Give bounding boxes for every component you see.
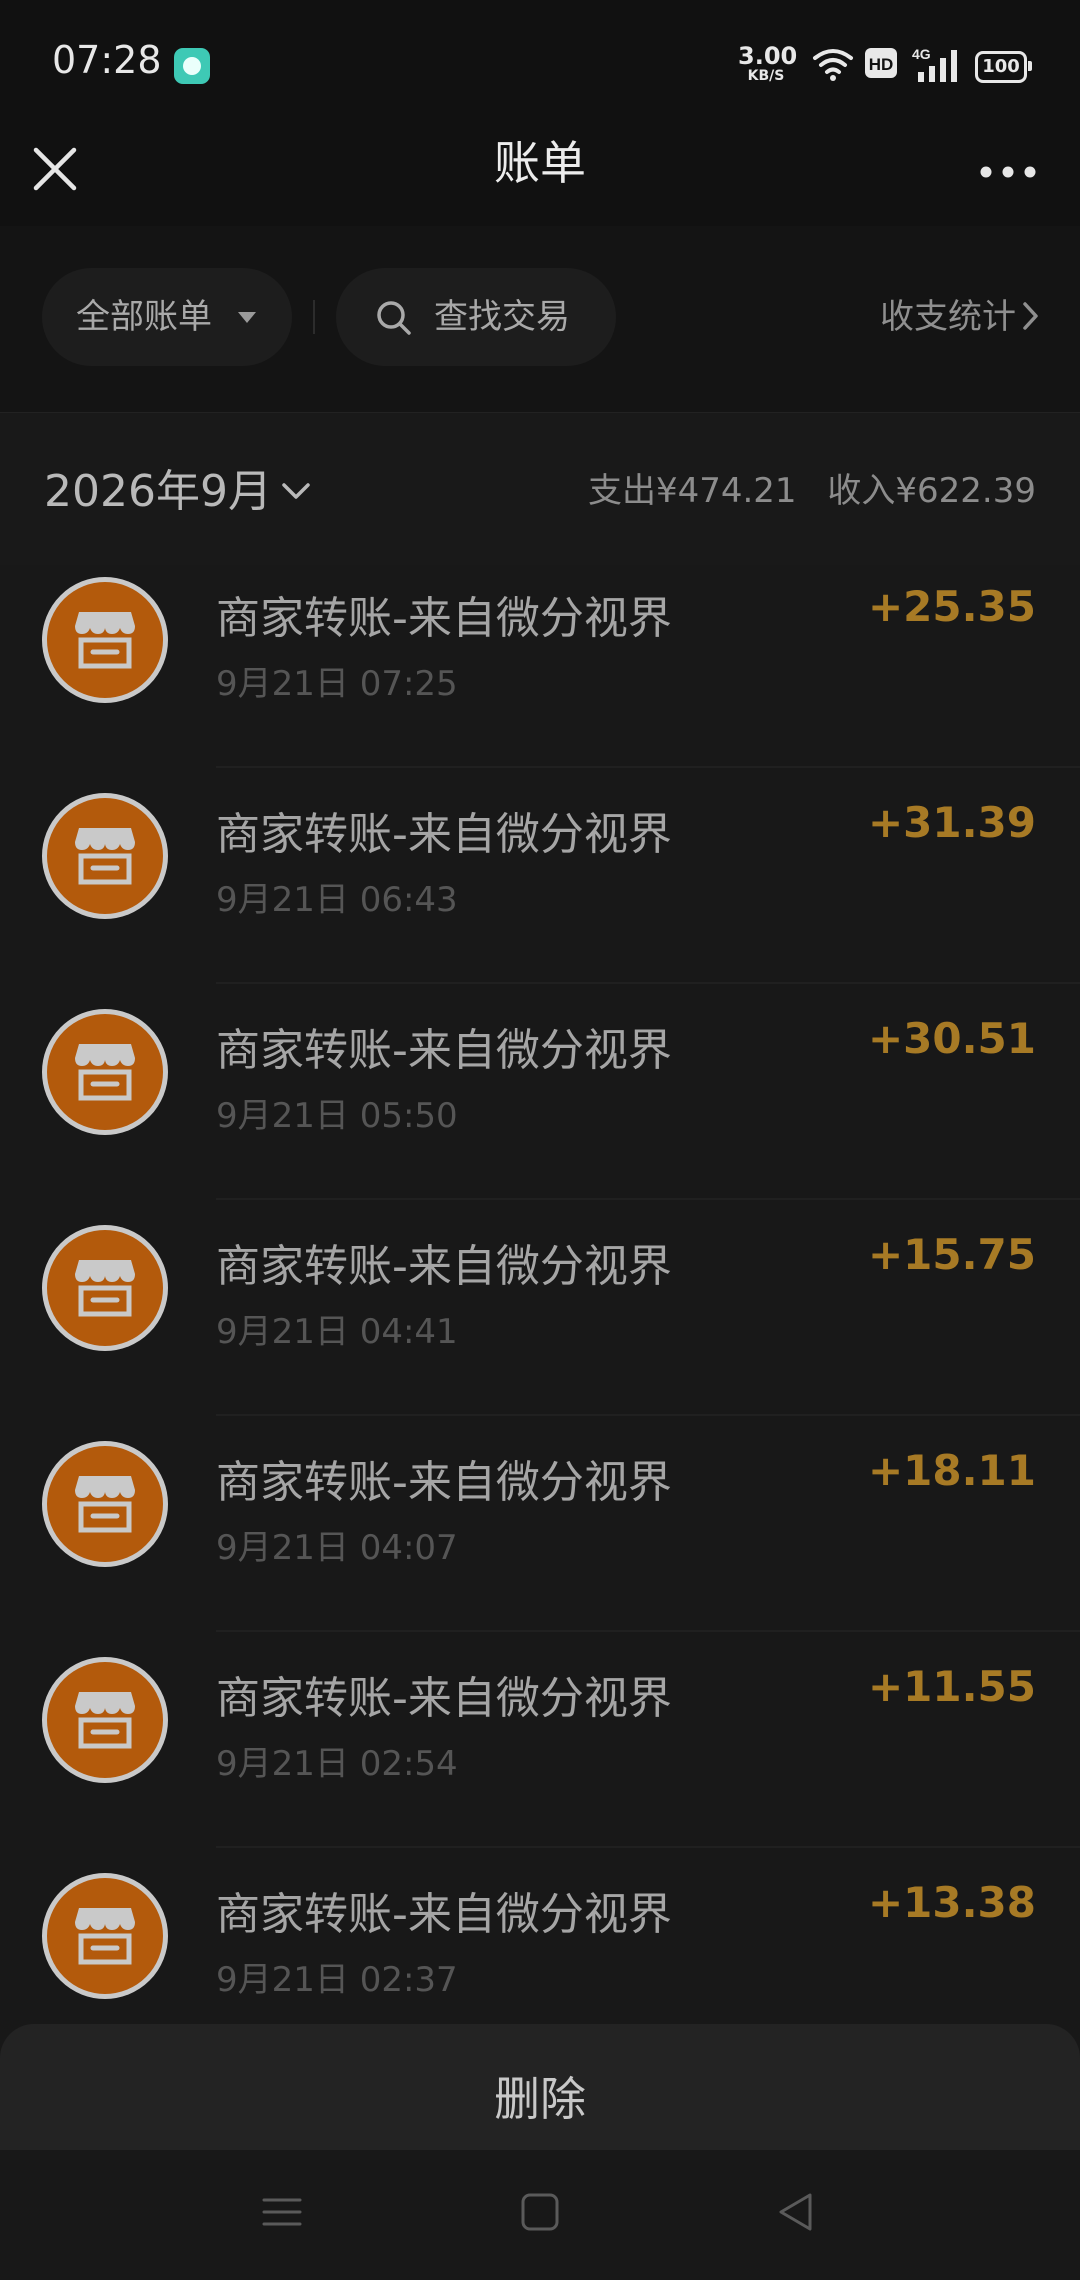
shop-icon xyxy=(75,1908,135,1965)
transaction-title: 商家转账-来自微分视界 xyxy=(216,1241,672,1292)
month-income: 收入¥622.39 xyxy=(827,471,1036,511)
close-icon xyxy=(33,147,77,191)
transaction-title: 商家转账-来自微分视界 xyxy=(216,809,672,860)
transaction-row[interactable]: 商家转账-来自微分视界 9月21日 05:50 +30.51 xyxy=(0,984,1080,1200)
navigation-bar xyxy=(0,2150,1080,2280)
status-bar: 07:28 3.00 KB/S HD 4G 100 xyxy=(0,0,1080,130)
menu-nav-icon[interactable] xyxy=(262,2192,302,2232)
transaction-time: 9月21日 05:50 xyxy=(216,1096,458,1136)
transaction-row[interactable]: 商家转账-来自微分视界 9月21日 02:54 +11.55 xyxy=(0,1632,1080,1848)
network-speed-value: 3.00 xyxy=(738,42,798,70)
month-label: 2026年9月 xyxy=(44,466,272,517)
month-selector[interactable]: 2026年9月 xyxy=(44,455,312,519)
filter-bar: 全部账单 查找交易 收支统计 xyxy=(0,226,1080,412)
home-nav-icon[interactable] xyxy=(520,2192,560,2232)
search-icon xyxy=(377,301,411,335)
close-button[interactable] xyxy=(26,140,84,198)
transaction-amount: +25.35 xyxy=(867,582,1036,631)
merchant-avatar xyxy=(42,1225,168,1351)
transaction-amount: +11.55 xyxy=(867,1662,1036,1711)
transaction-time: 9月21日 06:43 xyxy=(216,880,458,920)
shop-icon xyxy=(75,1260,135,1317)
merchant-avatar xyxy=(42,1009,168,1135)
transaction-list-inner: 商家转账-来自微分视界 9月21日 07:25 +25.35 商家转账-来自微分视界 9… xyxy=(0,564,1080,2024)
hd-label: HD xyxy=(869,55,894,74)
transaction-title: 商家转账-来自微分视界 xyxy=(216,1025,672,1076)
income-expense-stats-link[interactable]: 收支统计 xyxy=(880,268,1040,366)
month-expense: 支出¥474.21 xyxy=(587,471,797,511)
transaction-amount: +15.75 xyxy=(867,1230,1036,1279)
back-nav-icon[interactable] xyxy=(776,2192,816,2232)
battery-indicator: 100 xyxy=(975,51,1032,83)
transaction-list[interactable]: 商家转账-来自微分视界 9月21日 07:25 +25.35 商家转账-来自微分视界 9… xyxy=(0,564,1080,2024)
hd-icon: HD xyxy=(865,48,897,78)
network-speed: 3.00 KB/S xyxy=(738,42,798,84)
transaction-time: 9月21日 04:41 xyxy=(216,1312,458,1352)
transaction-title: 商家转账-来自微分视界 xyxy=(216,1673,672,1724)
shop-icon xyxy=(75,1692,135,1749)
shop-icon xyxy=(75,828,135,885)
page-title: 账单 xyxy=(494,136,586,190)
transaction-title: 商家转账-来自微分视界 xyxy=(216,1457,672,1508)
delete-button[interactable]: 删除 xyxy=(0,2024,1080,2150)
shop-icon xyxy=(75,612,135,669)
status-time: 07:28 xyxy=(52,38,162,82)
transaction-time: 9月21日 02:54 xyxy=(216,1744,458,1784)
search-placeholder: 查找交易 xyxy=(434,297,570,337)
transaction-amount: +13.38 xyxy=(867,1878,1036,1927)
network-type: 4G xyxy=(912,46,931,62)
transaction-title: 商家转账-来自微分视界 xyxy=(216,1889,672,1940)
caret-down-icon xyxy=(238,312,256,323)
month-header: 2026年9月 支出¥474.21 收入¥622.39 xyxy=(0,412,1080,565)
wifi-icon xyxy=(813,49,853,81)
transaction-time: 9月21日 02:37 xyxy=(216,1960,458,2000)
battery-level: 100 xyxy=(982,56,1020,77)
chevron-right-icon xyxy=(1023,301,1038,330)
transaction-amount: +31.39 xyxy=(867,798,1036,847)
bill-page: 07:28 3.00 KB/S HD 4G 100 账单 全部账单 查找交易 收… xyxy=(0,0,1080,2280)
more-button[interactable] xyxy=(972,140,1044,198)
action-sheet: 删除 xyxy=(0,2024,1080,2150)
shop-icon xyxy=(75,1044,135,1101)
all-bills-label: 全部账单 xyxy=(76,297,212,337)
transaction-time: 9月21日 07:25 xyxy=(216,664,458,704)
filter-divider xyxy=(313,300,315,334)
merchant-avatar xyxy=(42,793,168,919)
chevron-down-icon xyxy=(282,483,310,499)
merchant-avatar xyxy=(42,1657,168,1783)
transaction-row[interactable]: 商家转账-来自微分视界 9月21日 04:41 +15.75 xyxy=(0,1200,1080,1416)
notification-app-icon xyxy=(174,48,210,84)
transaction-row[interactable]: 商家转账-来自微分视界 9月21日 04:07 +18.11 xyxy=(0,1416,1080,1632)
more-icon xyxy=(980,166,1036,178)
stats-label: 收支统计 xyxy=(880,297,1016,337)
transaction-row[interactable]: 商家转账-来自微分视界 9月21日 06:43 +31.39 xyxy=(0,768,1080,984)
transaction-time: 9月21日 04:07 xyxy=(216,1528,458,1568)
shop-icon xyxy=(75,1476,135,1533)
month-summary: 支出¥474.21 收入¥622.39 xyxy=(568,463,1036,512)
all-bills-filter[interactable]: 全部账单 xyxy=(42,268,292,366)
transaction-title: 商家转账-来自微分视界 xyxy=(216,593,672,644)
network-speed-unit: KB/S xyxy=(747,68,785,84)
search-transactions-button[interactable]: 查找交易 xyxy=(336,268,616,366)
transaction-row[interactable]: 商家转账-来自微分视界 9月21日 07:25 +25.35 xyxy=(0,564,1080,768)
merchant-avatar xyxy=(42,1441,168,1567)
title-bar: 账单 xyxy=(0,130,1080,226)
merchant-avatar xyxy=(42,577,168,703)
transaction-amount: +30.51 xyxy=(867,1014,1036,1063)
transaction-amount: +18.11 xyxy=(867,1446,1036,1495)
cell-signal-icon: 4G xyxy=(912,46,957,82)
merchant-avatar xyxy=(42,1873,168,1999)
transaction-row[interactable]: 商家转账-来自微分视界 9月21日 02:37 +13.38 xyxy=(0,1848,1080,2024)
